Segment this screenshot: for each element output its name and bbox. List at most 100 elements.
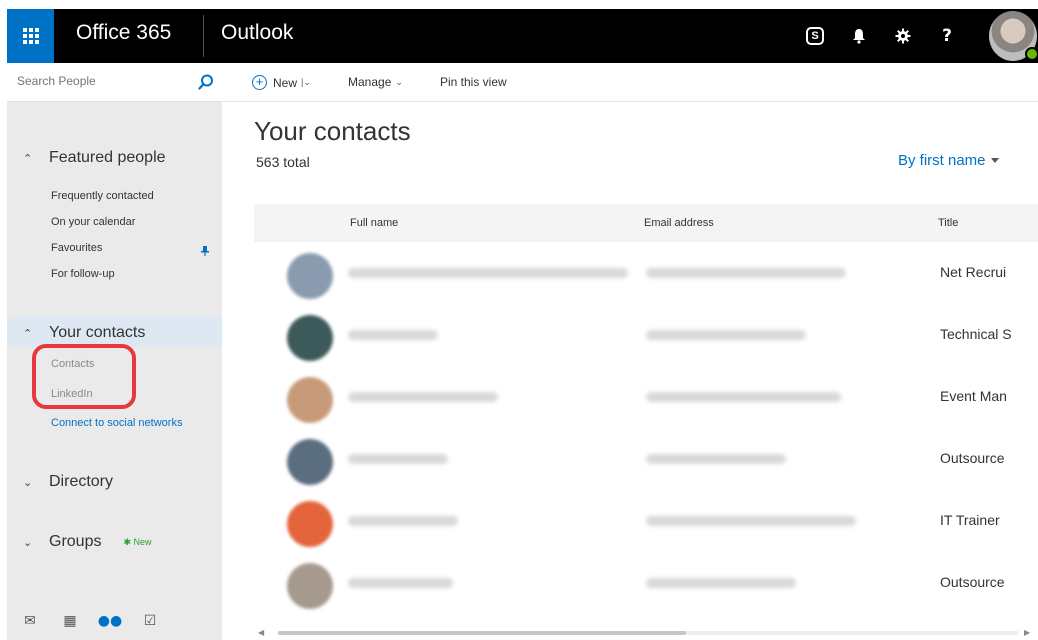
scrollbar-thumb[interactable] <box>278 631 686 635</box>
table-row[interactable]: Outsource <box>254 434 1038 496</box>
contact-email-blurred <box>646 578 796 588</box>
table-row[interactable]: Outsource <box>254 558 1038 620</box>
your-contacts-section[interactable]: ⌃ Your contacts <box>23 324 145 342</box>
contact-avatar <box>287 377 333 423</box>
page-title: Your contacts <box>254 116 411 146</box>
suite-title[interactable]: Office 365 <box>76 21 171 45</box>
nav-item-on-your-calendar[interactable]: On your calendar <box>51 216 135 228</box>
table-row[interactable]: Event Man <box>254 372 1038 434</box>
table-header: Full name Email address Title <box>254 204 1038 242</box>
nav-item-for-follow-up[interactable]: For follow-up <box>51 268 115 280</box>
contact-title: Event Man <box>940 388 1007 404</box>
new-label: New <box>273 75 298 90</box>
annotation-circle <box>32 344 136 409</box>
chevron-up-icon: ⌃ <box>23 152 33 165</box>
groups-label: Groups <box>49 533 102 550</box>
people-navigation: ⌃ Featured people Frequently contacted O… <box>7 66 222 640</box>
directory-label: Directory <box>49 473 114 490</box>
top-bar: Office 365 Outlook S ? <box>0 0 1038 66</box>
waffle-icon <box>22 28 39 44</box>
people-icon[interactable]: ●● <box>93 613 127 629</box>
table-row[interactable]: Net Recrui <box>254 248 1038 310</box>
plus-circle-icon: + <box>252 75 267 90</box>
command-bar: + New |⌄ Manage ⌄ Pin this view <box>222 66 1038 102</box>
connect-social-networks-link[interactable]: Connect to social networks <box>51 417 182 429</box>
directory-section[interactable]: ⌄ Directory <box>23 473 113 491</box>
help-button[interactable]: ? <box>925 9 969 63</box>
your-contacts-label: Your contacts <box>49 324 146 341</box>
contact-email-blurred <box>646 392 841 402</box>
contact-avatar <box>287 439 333 485</box>
chevron-up-icon: ⌃ <box>23 327 33 340</box>
column-header-email[interactable]: Email address <box>644 217 714 229</box>
contact-title: Technical S <box>940 326 1012 342</box>
contact-name-blurred <box>348 392 498 402</box>
contacts-count: 563 total <box>256 154 310 170</box>
contacts-list-pane: Your contacts 563 total By first name Fu… <box>222 102 1038 640</box>
contact-email-blurred <box>646 330 806 340</box>
contact-name-blurred <box>348 268 628 278</box>
tasks-icon[interactable]: ☑ <box>133 613 167 629</box>
header-divider <box>203 15 204 57</box>
caret-down-icon <box>990 158 999 163</box>
chevron-down-icon[interactable]: |⌄ <box>301 77 311 88</box>
contacts-table-body: Net Recrui Technical S Event Man Outsour… <box>254 248 1038 620</box>
app-title[interactable]: Outlook <box>221 21 293 45</box>
new-button[interactable]: + New |⌄ <box>252 75 311 90</box>
contact-email-blurred <box>646 268 846 278</box>
settings-button[interactable] <box>881 9 925 63</box>
new-badge-label: New <box>133 536 152 547</box>
chevron-down-icon: ⌄ <box>23 536 33 549</box>
contact-name-blurred <box>348 516 458 526</box>
user-avatar-button[interactable] <box>989 11 1038 61</box>
contact-email-blurred <box>646 516 856 526</box>
scroll-right-arrow-icon[interactable]: ▶ <box>1024 628 1030 637</box>
help-icon: ? <box>942 26 952 46</box>
horizontal-scrollbar[interactable]: ◀ ▶ <box>254 626 1038 640</box>
calendar-icon[interactable]: ▦ <box>53 613 87 629</box>
notifications-button[interactable] <box>837 9 881 63</box>
column-header-full-name[interactable]: Full name <box>350 217 398 229</box>
gear-icon <box>895 28 911 44</box>
search-box <box>7 66 222 102</box>
skype-button[interactable]: S <box>793 9 837 63</box>
table-row[interactable]: Technical S <box>254 310 1038 372</box>
contact-name-blurred <box>348 578 453 588</box>
contact-avatar <box>287 315 333 361</box>
contact-avatar <box>287 501 333 547</box>
contact-name-blurred <box>348 330 438 340</box>
pin-this-view-button[interactable]: Pin this view <box>440 75 507 89</box>
nav-item-frequently-contacted[interactable]: Frequently contacted <box>51 190 154 202</box>
suite-header: Office 365 Outlook S ? <box>7 9 1038 63</box>
contact-title: Outsource <box>940 450 1005 466</box>
module-switcher: ✉ ▦ ●● ☑ <box>7 602 222 640</box>
sort-label: By first name <box>898 152 986 169</box>
contact-title: Outsource <box>940 574 1005 590</box>
contact-title: IT Trainer <box>940 512 1000 528</box>
manage-label: Manage <box>348 75 392 89</box>
bell-icon <box>853 29 865 44</box>
app-launcher-button[interactable] <box>7 9 54 63</box>
presence-available-icon <box>1025 47 1038 61</box>
pin-icon[interactable] <box>201 246 209 256</box>
scroll-left-arrow-icon[interactable]: ◀ <box>258 628 264 637</box>
search-input[interactable] <box>17 74 187 88</box>
nav-item-favourites[interactable]: Favourites <box>51 242 102 254</box>
search-icon[interactable] <box>197 73 215 91</box>
table-row[interactable]: IT Trainer <box>254 496 1038 558</box>
contact-name-blurred <box>348 454 448 464</box>
new-badge: ✱ New <box>123 536 152 547</box>
contact-email-blurred <box>646 454 786 464</box>
featured-people-label: Featured people <box>49 149 166 166</box>
manage-button[interactable]: Manage ⌄ <box>348 75 403 89</box>
mail-icon[interactable]: ✉ <box>13 613 47 629</box>
groups-section[interactable]: ⌄ Groups ✱ New <box>23 533 152 551</box>
contact-avatar <box>287 563 333 609</box>
skype-icon: S <box>806 27 824 45</box>
featured-people-section[interactable]: ⌃ Featured people <box>23 149 166 167</box>
contact-avatar <box>287 253 333 299</box>
column-header-title[interactable]: Title <box>938 217 958 229</box>
sort-dropdown[interactable]: By first name <box>898 152 999 169</box>
chevron-down-icon: ⌄ <box>23 476 33 489</box>
contact-title: Net Recrui <box>940 264 1007 280</box>
